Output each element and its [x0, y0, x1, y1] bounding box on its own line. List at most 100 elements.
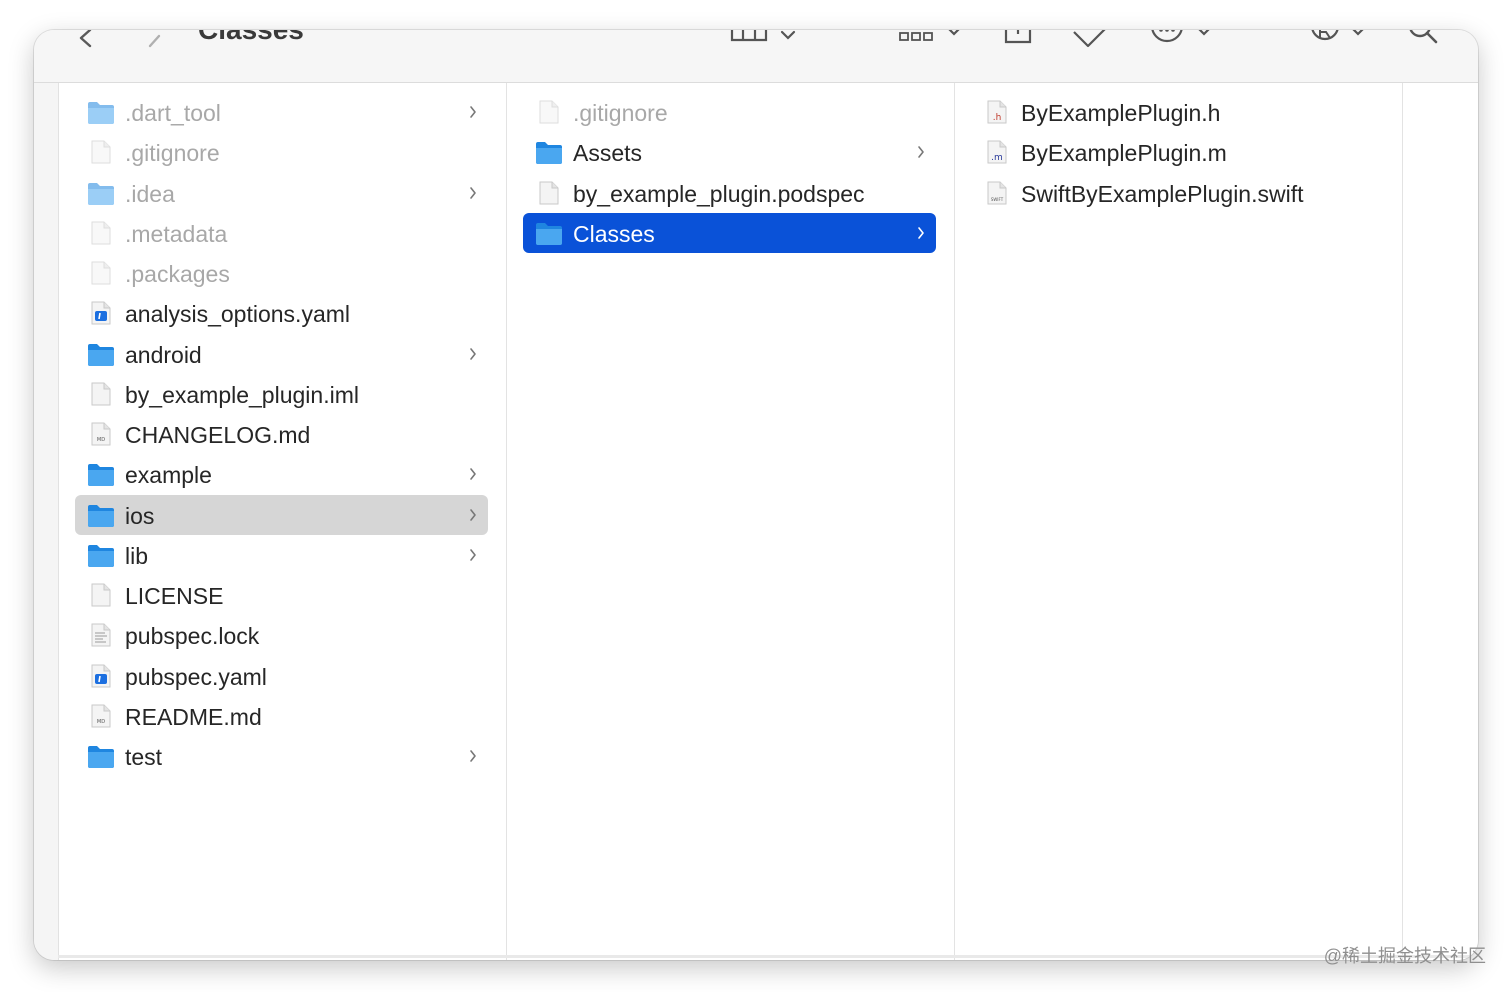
document-icon	[539, 100, 559, 124]
item-name: pubspec.yaml	[125, 663, 267, 690]
svg-text:.m: .m	[991, 153, 1003, 163]
item-name: Classes	[573, 220, 655, 247]
item-name: by_example_plugin.podspec	[573, 180, 865, 207]
item-name: .gitignore	[125, 140, 220, 167]
item-name: lib	[125, 542, 149, 569]
chevron-right-icon	[918, 226, 924, 239]
item-name: SwiftByExamplePlugin.swift	[1021, 180, 1304, 207]
list-item[interactable]: Assets	[523, 132, 936, 172]
svg-text:SWIFT: SWIFT	[991, 197, 1004, 202]
window-bottom-edge	[58, 955, 1478, 958]
browser-column-4[interactable]	[1403, 83, 1478, 960]
chevron-right-icon	[470, 186, 476, 199]
list-item[interactable]: .gitignore	[75, 132, 488, 172]
back-button[interactable]	[74, 30, 98, 57]
list-item[interactable]: .h ByExamplePlugin.h	[971, 92, 1384, 132]
chevron-right-icon	[148, 34, 161, 48]
share-icon	[1004, 30, 1032, 44]
group-button[interactable]	[898, 30, 968, 55]
chevron-right-icon	[470, 750, 476, 762]
list-item[interactable]: analysis_options.yaml	[75, 293, 488, 333]
group-grid-icon	[899, 30, 960, 41]
item-name: example	[125, 462, 212, 489]
chevron-right-icon	[470, 548, 476, 561]
list-item[interactable]: .gitignore	[523, 92, 936, 132]
item-name: .packages	[125, 261, 230, 287]
folder-icon	[536, 222, 562, 245]
tag-icon	[1073, 30, 1106, 48]
action-button[interactable]	[1150, 30, 1222, 55]
list-item[interactable]: pubspec.lock	[75, 615, 488, 655]
list-item[interactable]: .packages	[75, 253, 488, 293]
folder-icon	[88, 504, 114, 527]
watermark: @稀土掘金技术社区	[1323, 946, 1486, 966]
list-item[interactable]: MD CHANGELOG.md	[75, 414, 488, 454]
chevron-left-icon	[79, 30, 92, 48]
text-file-icon	[91, 623, 111, 647]
header-file-icon: .h	[987, 100, 1007, 124]
forward-button[interactable]	[142, 30, 166, 57]
list-item[interactable]: example	[75, 454, 488, 494]
list-item[interactable]: android	[75, 334, 488, 374]
list-item[interactable]: SWIFT SwiftByExamplePlugin.swift	[971, 173, 1384, 213]
document-icon	[91, 221, 111, 245]
extension-button[interactable]	[1310, 30, 1376, 55]
folder-icon	[88, 102, 114, 124]
chevron-right-icon	[470, 347, 476, 360]
tag-button[interactable]	[1070, 30, 1110, 57]
list-item[interactable]: lib	[75, 535, 488, 575]
document-icon	[91, 382, 111, 406]
folder-icon	[88, 343, 114, 366]
columns-view-icon	[730, 30, 796, 42]
browser-column-1[interactable]: .dart_tool .gitignore .idea .metadata .packa…	[59, 83, 507, 960]
chevron-right-icon	[470, 508, 476, 521]
item-name: by_example_plugin.iml	[125, 381, 359, 408]
chevron-right-icon	[470, 106, 476, 118]
list-item[interactable]: Classes	[523, 212, 936, 253]
list-item[interactable]: LICENSE	[75, 575, 488, 615]
item-name: ios	[125, 502, 155, 529]
chevron-right-icon	[470, 468, 476, 481]
registered-icon	[1311, 30, 1364, 41]
search-button[interactable]	[1406, 30, 1440, 55]
toolbar: Classes	[34, 30, 1478, 83]
list-item[interactable]: by_example_plugin.podspec	[523, 173, 936, 213]
list-item[interactable]: .metadata	[75, 213, 488, 253]
document-icon	[91, 261, 111, 285]
list-item[interactable]: test	[75, 736, 488, 776]
folder-icon	[88, 544, 114, 567]
item-name: .metadata	[125, 220, 228, 247]
item-name: CHANGELOG.md	[125, 422, 311, 448]
browser-column-3[interactable]: .h ByExamplePlugin.h .m ByExamplePlugin.m SW…	[955, 83, 1403, 960]
list-item[interactable]: .m ByExamplePlugin.m	[971, 132, 1384, 172]
item-name: ByExamplePlugin.m	[1021, 140, 1227, 167]
yaml-file-icon	[91, 664, 111, 687]
window-title: Classes	[198, 30, 304, 46]
view-mode-button[interactable]	[730, 30, 806, 55]
item-name: pubspec.lock	[125, 623, 260, 650]
list-item[interactable]: pubspec.yaml	[75, 656, 488, 696]
item-name: android	[125, 341, 202, 368]
browser-column-2[interactable]: .gitignore Assets by_example_plugin.podspe…	[507, 83, 955, 960]
list-item[interactable]: MD README.md	[75, 696, 488, 736]
list-item[interactable]: ios	[75, 494, 488, 535]
list-item[interactable]: by_example_plugin.iml	[75, 374, 488, 414]
search-icon	[1409, 30, 1438, 44]
document-icon	[91, 583, 111, 607]
item-name: .dart_tool	[125, 100, 221, 126]
share-button[interactable]	[1002, 30, 1034, 55]
document-icon	[91, 140, 111, 164]
list-item[interactable]: .dart_tool	[75, 92, 488, 132]
more-actions-icon	[1151, 30, 1210, 43]
document-icon	[539, 181, 559, 204]
item-name: README.md	[125, 703, 262, 730]
markdown-file-icon: MD	[91, 422, 111, 446]
item-name: Assets	[573, 140, 643, 167]
item-name: analysis_options.yaml	[125, 301, 351, 328]
swift-file-icon: SWIFT	[987, 181, 1007, 204]
item-name: .idea	[125, 180, 175, 207]
sidebar-edge	[34, 83, 59, 960]
item-name: ByExamplePlugin.h	[1021, 100, 1221, 126]
list-item[interactable]: .idea	[75, 173, 488, 213]
folder-icon	[88, 182, 114, 205]
